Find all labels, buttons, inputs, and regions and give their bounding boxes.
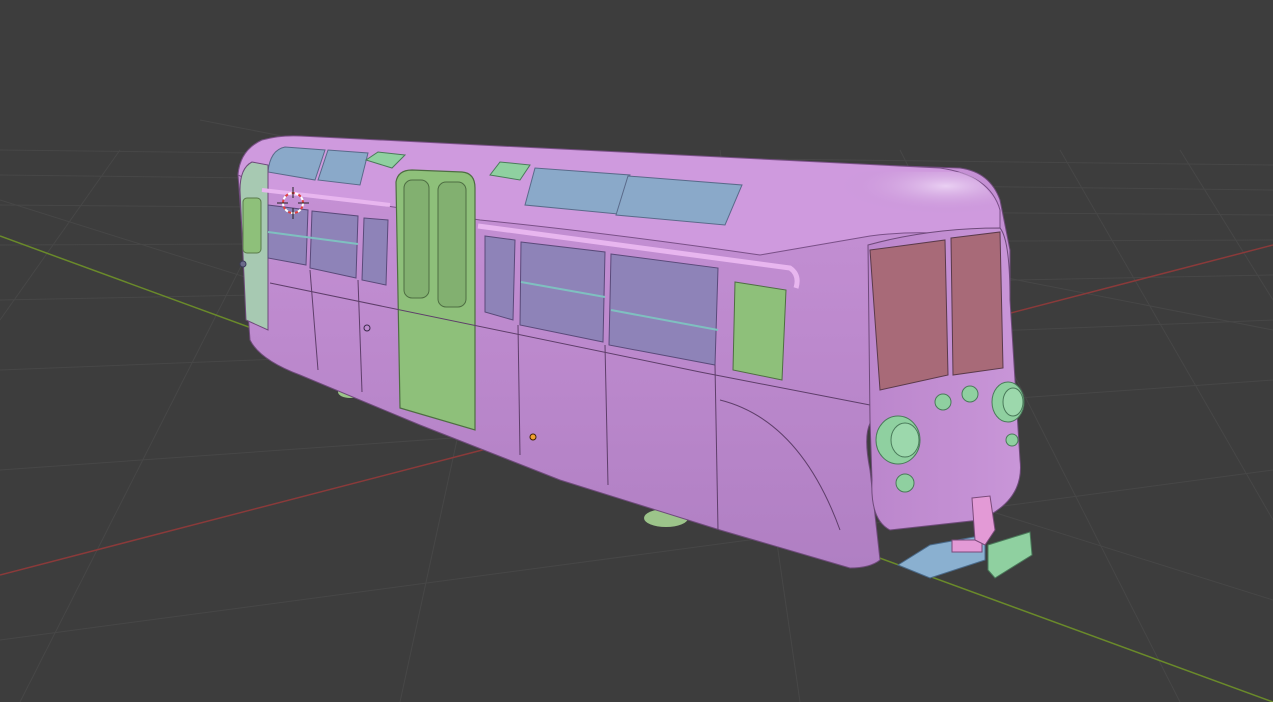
object-origin-icon[interactable] (529, 433, 537, 441)
side-window-5 (519, 241, 606, 343)
side-window-6 (608, 253, 719, 366)
side-window-4 (484, 235, 516, 321)
center-door-window-left (403, 179, 430, 299)
viewport-canvas[interactable] (0, 0, 1273, 702)
rear-door-window (242, 197, 262, 254)
center-door-window-right (437, 181, 467, 308)
marker-light-2 (961, 385, 979, 403)
marker-light-1 (934, 393, 952, 411)
headlight-left (875, 415, 921, 465)
headlight-right (991, 381, 1025, 423)
side-window-3 (361, 217, 389, 286)
marker-light-3 (895, 473, 915, 493)
front-window-left (869, 239, 949, 391)
marker-light-4 (1005, 433, 1019, 447)
rear-lamp (239, 260, 247, 268)
side-window-green (732, 281, 787, 381)
3d-viewport[interactable] (0, 0, 1273, 702)
front-window-right (950, 231, 1004, 376)
side-window-2 (309, 210, 359, 279)
